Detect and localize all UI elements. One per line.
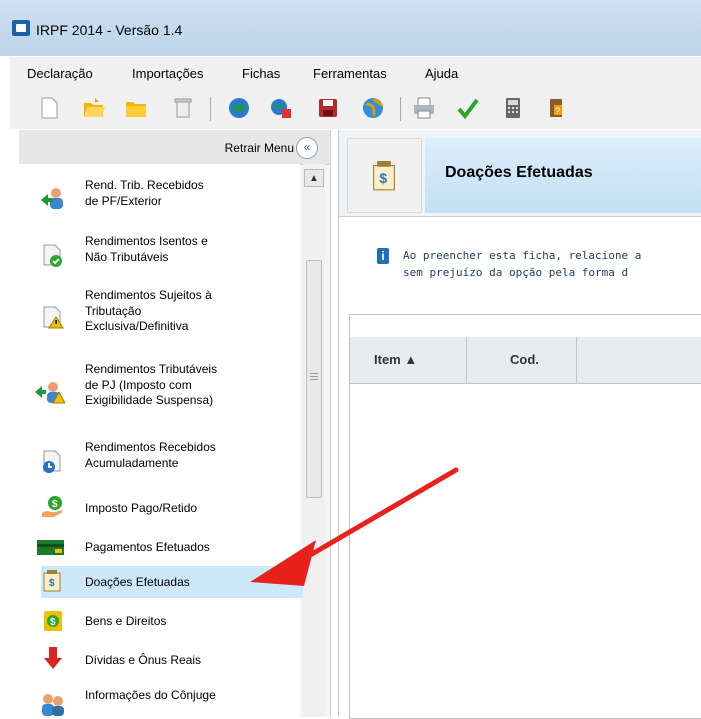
annotation-arrow-shaft [297,467,459,564]
annotation-arrow [250,467,459,586]
annotation-arrow-head [250,540,316,586]
